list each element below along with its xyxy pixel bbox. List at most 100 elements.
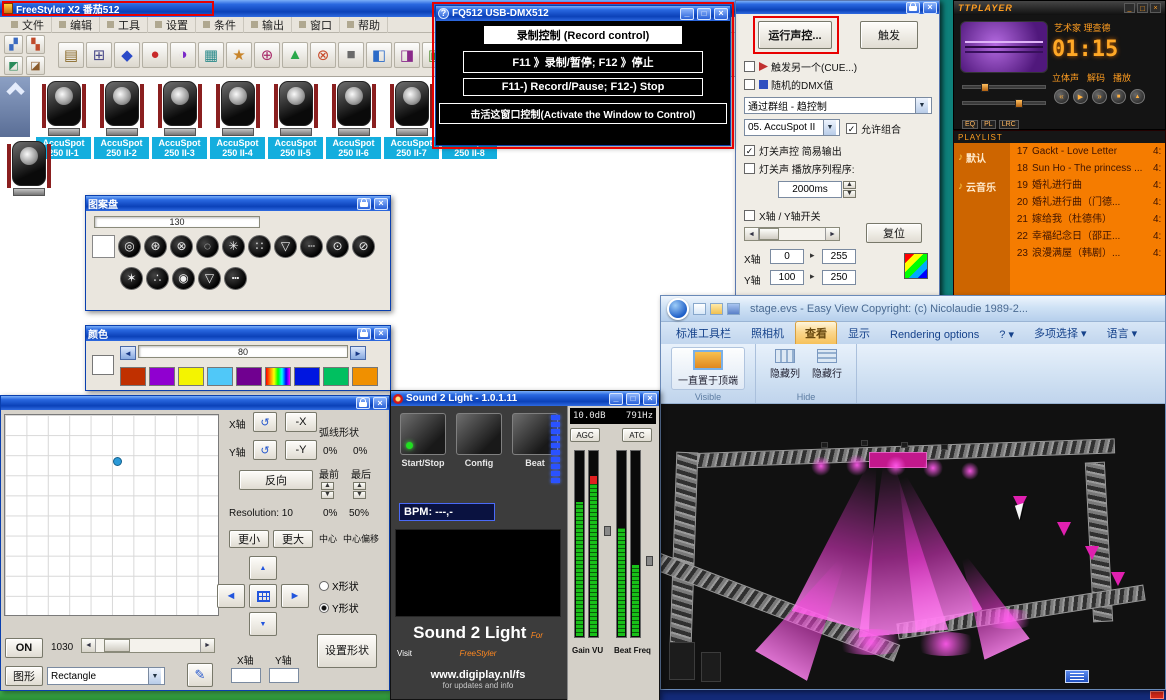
slider-knob[interactable] <box>1015 99 1023 108</box>
close-button[interactable] <box>374 328 388 340</box>
lock-button[interactable] <box>357 328 371 340</box>
menu-item[interactable]: 设置 <box>148 17 196 33</box>
radio[interactable] <box>319 581 329 591</box>
xy-mini-scrollbar[interactable] <box>744 227 840 241</box>
open-folder-icon[interactable] <box>710 303 723 315</box>
invert-button[interactable]: 反向 <box>239 470 313 490</box>
gobo-icon[interactable]: ✳ <box>222 235 245 258</box>
gobo-icon[interactable]: ⊛ <box>144 235 167 258</box>
taskbar-right[interactable] <box>660 690 1166 700</box>
toolbar-icon[interactable]: ◆ <box>114 42 140 68</box>
center-button[interactable] <box>249 584 277 608</box>
color-swatch[interactable] <box>120 367 146 386</box>
toolbar-icon[interactable]: ◨ <box>394 42 420 68</box>
minimize-button[interactable] <box>609 393 623 405</box>
gobo-icon[interactable]: ┄ <box>300 235 323 258</box>
scroll-left-icon[interactable] <box>745 228 759 240</box>
move-left-button[interactable] <box>217 584 245 608</box>
gobo-icon[interactable]: ⊙ <box>326 235 349 258</box>
gobo-slider[interactable]: 130 <box>94 216 260 228</box>
x-shape-radio-row[interactable]: X形状 <box>319 578 359 593</box>
tray-close-icon[interactable] <box>1150 691 1164 699</box>
s2l-titlebar[interactable]: Sound 2 Light - 1.0.1.11 <box>391 391 659 406</box>
volume-slider[interactable] <box>962 101 1046 105</box>
color-swatch[interactable] <box>236 367 262 386</box>
cue-checkbox-row[interactable]: 触发另一个(CUE...) <box>744 59 857 74</box>
previous-button[interactable] <box>1054 89 1069 104</box>
seek-slider[interactable] <box>962 85 1046 89</box>
toolbar-icon[interactable]: ▦ <box>198 42 224 68</box>
viewport-menu-button[interactable] <box>1065 670 1089 683</box>
atc-button[interactable]: ATC <box>622 428 652 442</box>
playlist-item[interactable]: 20 婚礼进行曲（门德... 4: <box>1010 194 1166 211</box>
checkbox[interactable] <box>744 163 755 174</box>
ribbon-tab[interactable]: 标准工具栏 <box>667 322 740 344</box>
move-up-button[interactable] <box>249 556 277 580</box>
move-down-button[interactable] <box>249 612 277 636</box>
color-left-arrow[interactable] <box>120 346 136 360</box>
toolbar-icon[interactable]: ⊞ <box>86 42 112 68</box>
xy-titlebar[interactable] <box>1 396 389 410</box>
toolbar-icon[interactable]: ▲ <box>282 42 308 68</box>
gobo-icon[interactable]: ◎ <box>118 235 141 258</box>
gobo-icon[interactable]: ∷ <box>248 235 271 258</box>
player-badge[interactable]: EQ <box>962 120 978 129</box>
ribbon-tab[interactable]: 查看 <box>795 321 837 344</box>
position-dot[interactable] <box>113 457 122 466</box>
lock-button[interactable] <box>356 397 370 409</box>
trigger-button[interactable]: 触发 <box>860 21 918 49</box>
hide-columns-button[interactable]: 隐藏列 <box>766 347 804 382</box>
menu-item[interactable]: 文件 <box>4 17 52 33</box>
shape-dropdown[interactable]: Rectangle <box>47 667 165 685</box>
color-swatch[interactable] <box>178 367 204 386</box>
next-button[interactable] <box>1092 89 1107 104</box>
menu-item[interactable]: 工具 <box>100 17 148 33</box>
website-link[interactable]: www.digiplay.nl/fs <box>395 669 561 681</box>
gobo-icon[interactable]: ◌ <box>196 235 219 258</box>
s2l-button-cell[interactable]: Config <box>455 413 503 468</box>
toolbar-icon[interactable]: ▚ <box>26 35 45 54</box>
toolbar-icon[interactable]: ● <box>142 42 168 68</box>
easy-output-row[interactable]: 灯关声控 简易输出 <box>744 143 842 158</box>
color-swatch[interactable] <box>149 367 175 386</box>
hide-rows-button[interactable]: 隐藏行 <box>808 347 846 382</box>
close-button[interactable] <box>923 2 937 14</box>
ribbon-tab[interactable]: ? ▾ <box>990 325 1023 344</box>
gobo-icon[interactable]: ▽ <box>198 267 221 290</box>
fixture[interactable]: AccuSpot 250 II-3 <box>152 80 207 159</box>
stop-button[interactable] <box>1111 89 1126 104</box>
save-icon[interactable] <box>727 303 740 315</box>
color-swatch[interactable] <box>352 367 378 386</box>
s2l-button-cell[interactable]: Start/Stop <box>399 413 447 468</box>
panel-titlebar[interactable] <box>736 1 939 14</box>
playlist-item[interactable]: 21 嫁给我（杜德伟） 4: <box>1010 211 1166 228</box>
new-file-icon[interactable] <box>693 303 706 315</box>
fixture[interactable]: AccuSpot 250 II-4 <box>210 80 265 159</box>
playlist-tab[interactable]: 默认 <box>954 143 1010 172</box>
toolbar-icon[interactable]: ⊗ <box>310 42 336 68</box>
toolbar-icon[interactable]: ◑ <box>170 42 196 68</box>
playlist-tab[interactable]: 云音乐 <box>954 172 1010 201</box>
y-reset-button[interactable] <box>253 440 277 460</box>
easyview-logo-orb[interactable] <box>667 298 689 320</box>
ribbon-tab[interactable]: 语言 ▾ <box>1098 322 1147 344</box>
random-dmx-row[interactable]: 随机的DMX值 <box>744 77 833 92</box>
gobo-titlebar[interactable]: 图案盘 <box>86 196 390 211</box>
playlist-item[interactable]: 17 Gackt - Love Letter 4: <box>1010 143 1166 160</box>
minimize-button[interactable] <box>1124 3 1135 13</box>
slider-knob[interactable] <box>981 83 989 92</box>
group-dropdown[interactable]: 通过群组 - 趋控制 <box>744 97 932 114</box>
fixture[interactable]: AccuSpot 250 II-2 <box>94 80 149 159</box>
x-reset-button[interactable] <box>253 412 277 432</box>
playlist-item[interactable]: 19 婚礼进行曲 4: <box>1010 177 1166 194</box>
toolbar-icon[interactable]: ▤ <box>58 42 84 68</box>
minimize-button[interactable] <box>680 8 694 20</box>
x-min-input[interactable]: 0 <box>770 249 804 264</box>
scroll-right-icon[interactable] <box>825 228 839 240</box>
playlist-header[interactable]: PLAYLIST <box>954 131 1165 143</box>
toolbar-icon[interactable]: ◧ <box>366 42 392 68</box>
smaller-button[interactable]: 更小 <box>229 530 269 548</box>
ribbon-tab[interactable]: 照相机 <box>742 322 793 344</box>
gobo-icon[interactable]: ⊗ <box>170 235 193 258</box>
gobo-icon[interactable]: ◉ <box>172 267 195 290</box>
